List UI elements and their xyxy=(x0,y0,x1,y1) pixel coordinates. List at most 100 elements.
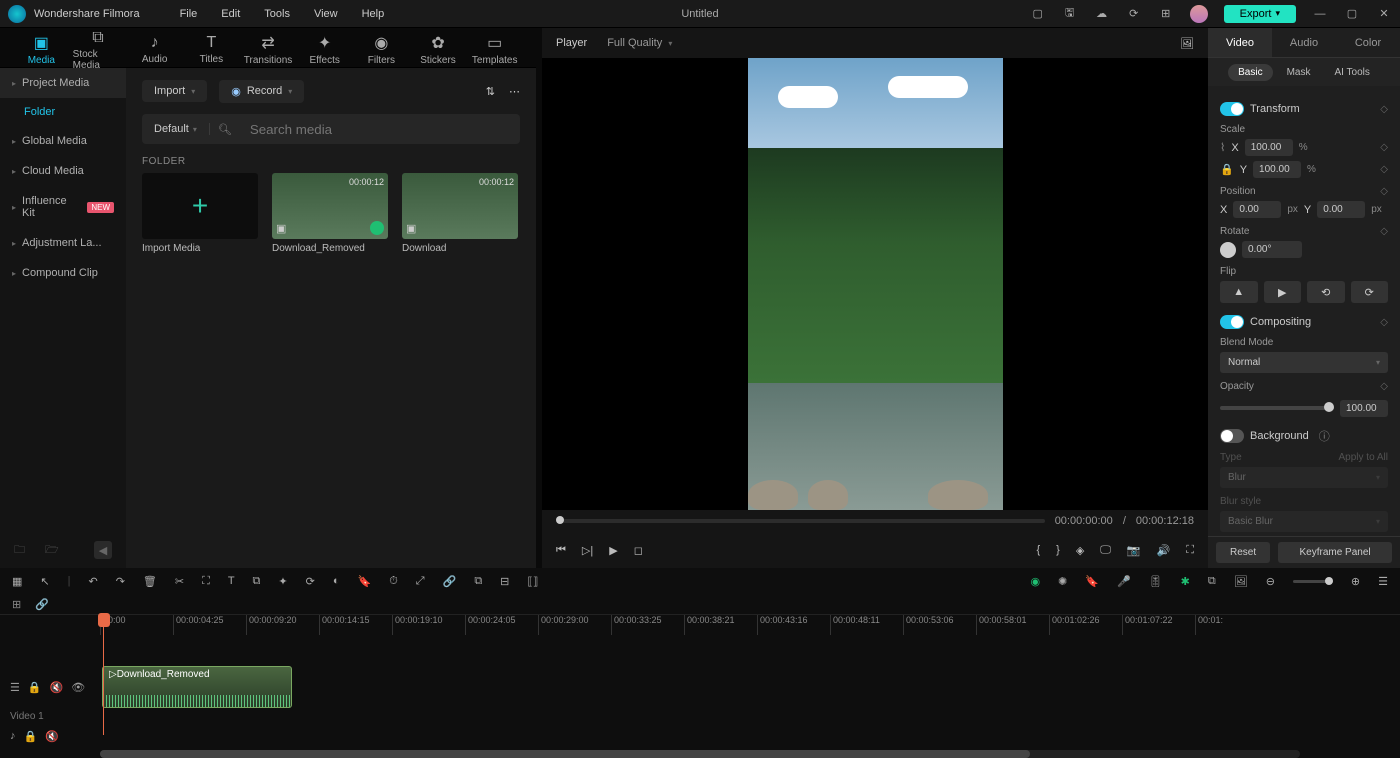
card-download[interactable]: 00:00:12 ▣ Download xyxy=(402,173,518,254)
apply-all-link[interactable]: Apply to All xyxy=(1339,452,1388,463)
collapse-icon[interactable]: ◀ xyxy=(94,541,112,559)
window-minimize-icon[interactable]: ― xyxy=(1312,6,1328,22)
rotate-ccw-button[interactable]: ⟲ xyxy=(1307,281,1345,303)
window-maximize-icon[interactable]: ▢ xyxy=(1344,6,1360,22)
sidebar-item-cloud-media[interactable]: ▸Cloud Media xyxy=(0,156,126,186)
expand-icon[interactable]: ⤢ xyxy=(416,575,425,588)
audio-track-icon[interactable]: ♪ xyxy=(10,730,16,742)
opacity-slider[interactable] xyxy=(1220,406,1334,410)
menu-help[interactable]: Help xyxy=(362,8,385,20)
cursor-tool-icon[interactable]: ↖ xyxy=(40,575,49,588)
cloud-icon[interactable]: ☁ xyxy=(1094,6,1110,22)
menu-edit[interactable]: Edit xyxy=(221,8,240,20)
reset-button[interactable]: Reset xyxy=(1216,542,1270,563)
keyframe-icon[interactable]: ◇ xyxy=(1380,226,1388,237)
redo-icon[interactable]: ↷ xyxy=(116,575,125,588)
blend-mode-select[interactable]: Normal▾ xyxy=(1220,352,1388,373)
snapshot-icon[interactable]: 🖼 xyxy=(1180,37,1194,50)
pos-x-input[interactable]: 0.00 xyxy=(1233,201,1281,218)
scale-x-input[interactable]: 100.00 xyxy=(1245,139,1293,156)
lock-track-icon[interactable]: 🔒 xyxy=(24,730,38,743)
group-icon[interactable]: ⧉ xyxy=(474,575,482,588)
mixer-icon[interactable]: 🎚 xyxy=(1149,575,1163,588)
flip-h-button[interactable]: ▲ xyxy=(1220,281,1258,303)
opacity-input[interactable]: 100.00 xyxy=(1340,400,1388,417)
link-icon[interactable]: ⌇ xyxy=(1220,141,1225,154)
crop-icon[interactable]: ⛶ xyxy=(202,575,210,588)
user-avatar[interactable] xyxy=(1190,5,1208,23)
select-tool-icon[interactable]: ▦ xyxy=(12,575,22,588)
keyframe-panel-button[interactable]: Keyframe Panel xyxy=(1278,542,1392,563)
subtab-aitools[interactable]: AI Tools xyxy=(1324,64,1379,81)
rotate-input[interactable]: 0.00° xyxy=(1242,241,1302,258)
lock-track-icon[interactable]: 🔒 xyxy=(28,681,42,694)
card-download-removed[interactable]: 00:00:12 ▣ Download_Removed xyxy=(272,173,388,254)
brace-close-icon[interactable]: } xyxy=(1056,544,1060,556)
menu-view[interactable]: View xyxy=(314,8,338,20)
save-icon[interactable]: 🖫 xyxy=(1062,6,1078,22)
tool-templates[interactable]: ▭Templates xyxy=(469,28,520,67)
tab-video[interactable]: Video xyxy=(1208,28,1272,57)
render-icon[interactable]: ⧉ xyxy=(1208,575,1216,588)
effects-icon[interactable]: ✦ xyxy=(278,575,287,588)
text-icon[interactable]: T xyxy=(228,575,235,587)
tool-titles[interactable]: TTitles xyxy=(186,28,237,67)
window-close-icon[interactable]: ✕ xyxy=(1376,6,1392,22)
copy-icon[interactable]: ⧉ xyxy=(253,575,261,588)
play-start-icon[interactable]: ▷| xyxy=(582,544,593,557)
timer-icon[interactable]: ⏱ xyxy=(389,575,398,588)
subtab-basic[interactable]: Basic xyxy=(1228,64,1272,81)
tool-stickers[interactable]: ✿Stickers xyxy=(413,28,464,67)
magnet-icon[interactable]: ✺ xyxy=(1058,575,1067,588)
sync-icon[interactable]: ⟳ xyxy=(1126,6,1142,22)
camera-icon[interactable]: 📷 xyxy=(1127,544,1141,557)
lock-icon[interactable]: 🔒 xyxy=(1220,163,1234,176)
visibility-icon[interactable]: 👁 xyxy=(71,681,85,694)
keyframe-icon[interactable]: ◇ xyxy=(1380,186,1388,197)
add-track-icon[interactable]: ⊞ xyxy=(12,598,21,611)
brace-open-icon[interactable]: { xyxy=(1036,544,1040,556)
tool-effects[interactable]: ✦Effects xyxy=(299,28,350,67)
layout-icon[interactable]: ▢ xyxy=(1030,6,1046,22)
zoom-out-icon[interactable]: ⊖ xyxy=(1266,575,1275,588)
blur-style-select[interactable]: Basic Blur▾ xyxy=(1220,511,1388,532)
subtab-mask[interactable]: Mask xyxy=(1277,64,1321,81)
color-icon[interactable]: ◐ xyxy=(333,575,340,587)
tool-stock[interactable]: ⧉Stock Media xyxy=(73,28,124,67)
more-icon[interactable]: ⋯ xyxy=(509,85,520,98)
bg-type-select[interactable]: Blur▾ xyxy=(1220,467,1388,488)
timeline-clip[interactable]: ▷ Download_Removed xyxy=(102,666,292,708)
keyframe-icon[interactable]: ◇ xyxy=(1380,142,1388,153)
tool-media[interactable]: ▣Media xyxy=(16,28,67,67)
pos-y-input[interactable]: 0.00 xyxy=(1317,201,1365,218)
tab-audio[interactable]: Audio xyxy=(1272,28,1336,57)
volume-icon[interactable]: 🔊 xyxy=(1157,544,1171,557)
auto-icon[interactable]: ✱ xyxy=(1181,575,1190,588)
delete-icon[interactable]: 🗑 xyxy=(143,575,157,588)
menu-tools[interactable]: Tools xyxy=(264,8,290,20)
mute-track-icon[interactable]: 🔇 xyxy=(50,681,64,694)
keyframe-icon[interactable]: ◇ xyxy=(1380,381,1388,392)
scrub-track[interactable] xyxy=(556,519,1045,523)
compositing-toggle[interactable] xyxy=(1220,315,1244,329)
sidebar-item-adjustment-layer[interactable]: ▸Adjustment La... xyxy=(0,228,126,258)
fullscreen-icon[interactable]: ⛶ xyxy=(1186,544,1194,557)
keyframe-icon[interactable]: ◇ xyxy=(1380,317,1388,328)
track-options-icon[interactable]: ☰ xyxy=(1378,575,1388,588)
tool-filters[interactable]: ◉Filters xyxy=(356,28,407,67)
marker-icon[interactable]: 🔖 xyxy=(358,575,372,588)
background-toggle[interactable] xyxy=(1220,429,1244,443)
search-input[interactable] xyxy=(240,122,520,137)
card-import[interactable]: + Import Media xyxy=(142,173,258,254)
undo-icon[interactable]: ↶ xyxy=(88,575,97,588)
zoom-slider[interactable] xyxy=(1293,580,1333,583)
rotate-cw-button[interactable]: ⟳ xyxy=(1351,281,1389,303)
tool-audio[interactable]: ♪Audio xyxy=(129,28,180,67)
link-tracks-icon[interactable]: 🔗 xyxy=(35,598,49,611)
prev-frame-icon[interactable]: ⏮ xyxy=(556,544,566,557)
sidebar-item-project-media[interactable]: ▸Project Media xyxy=(0,68,126,98)
sidebar-item-influence-kit[interactable]: ▸Influence KitNEW xyxy=(0,186,126,228)
folder-icon[interactable]: 🗀 xyxy=(14,541,25,560)
screen-icon[interactable]: 🖵 xyxy=(1100,544,1111,557)
tab-color[interactable]: Color xyxy=(1336,28,1400,57)
